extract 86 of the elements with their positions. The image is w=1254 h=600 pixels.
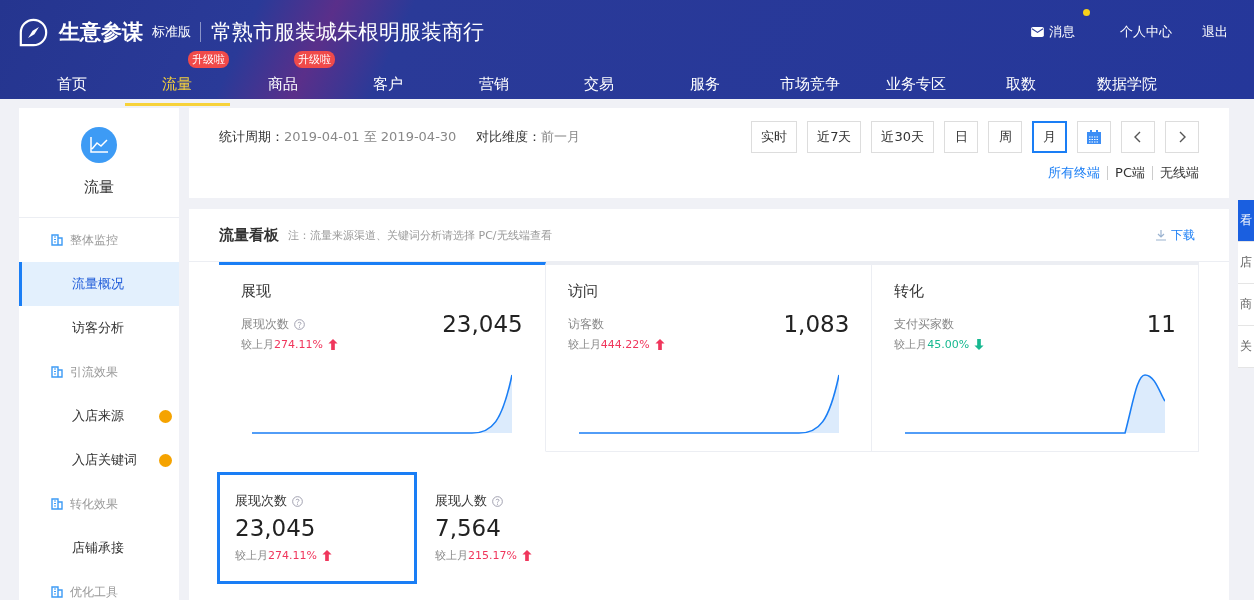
nav-tab[interactable]: 交易 — [546, 70, 652, 106]
sidebar-item[interactable]: 入店关键词 — [19, 438, 179, 482]
range-button[interactable]: 近7天 — [807, 121, 862, 153]
app-name: 生意参谋 — [59, 19, 143, 46]
range-button[interactable]: 月 — [1032, 121, 1067, 153]
nav-tab[interactable]: 取数 — [968, 70, 1074, 106]
sidebar-title: 流量 — [84, 178, 114, 197]
terminal-link[interactable]: PC端 — [1107, 166, 1152, 180]
metric-label: 展现人数 — [435, 492, 487, 510]
side-tab[interactable]: 关 — [1238, 326, 1254, 368]
metric-value: 7,564 — [435, 515, 502, 541]
sidebar-item[interactable]: 流量概况 — [19, 262, 179, 306]
compare-text: 对比维度：前一月 — [476, 128, 581, 146]
sidebar-group-label: 整体监控 — [70, 231, 118, 249]
metric-value: 1,083 — [783, 311, 850, 337]
nav-tab[interactable]: 市场竞争 — [757, 70, 863, 106]
metric-value: 23,045 — [235, 515, 317, 541]
nav-tab[interactable]: 商品 — [230, 70, 336, 106]
edition-label: 标准版 — [152, 22, 201, 42]
download-link[interactable]: 下载 — [1155, 226, 1195, 244]
card-title: 展现 — [241, 282, 272, 301]
chevron-left-icon — [1133, 130, 1143, 144]
change-text: 较上月444.22% — [567, 337, 650, 352]
help-icon[interactable] — [492, 495, 503, 507]
header-link[interactable]: 消息 — [1031, 23, 1075, 41]
metric-label: 访客数 — [567, 315, 604, 333]
terminal-link[interactable]: 无线端 — [1152, 166, 1199, 180]
calendar-icon — [1086, 129, 1102, 145]
nav-tab[interactable]: 首页 — [19, 70, 125, 106]
metric-label: 展现次数 — [241, 315, 289, 333]
range-button[interactable]: 周 — [988, 121, 1022, 153]
sidebar-item[interactable]: 访客分析 — [19, 306, 179, 350]
mail-icon — [1031, 27, 1044, 37]
detail-card[interactable]: 展现次数 23,045 较上月274.11% — [217, 472, 417, 584]
card-title: 转化 — [894, 282, 926, 301]
sidebar-group-label: 引流效果 — [70, 363, 118, 381]
card-title: 访问 — [567, 282, 599, 301]
sidebar-item[interactable]: 入店来源 — [19, 394, 179, 438]
side-tab[interactable]: 看 — [1238, 200, 1254, 242]
compass-logo-icon — [19, 17, 48, 47]
change-text: 较上月274.11% — [241, 337, 323, 352]
nav-tab[interactable]: 客户 — [335, 70, 441, 106]
download-icon — [1155, 229, 1167, 241]
sidebar-group-label: 优化工具 — [70, 583, 118, 600]
header-link[interactable]: 个人中心 — [1120, 23, 1172, 41]
detail-card[interactable]: 展现人数 7,564 较上月215.17% — [417, 472, 617, 584]
board-title: 流量看板 — [219, 225, 279, 245]
chevron-right-icon — [1177, 130, 1187, 144]
metric-card[interactable]: 访问 访客数 1,083 较上月444.22% — [545, 262, 873, 452]
building-icon — [51, 586, 63, 598]
building-icon — [51, 366, 63, 378]
header-link[interactable]: 退出 — [1202, 23, 1228, 41]
metric-label: 支付买家数 — [894, 315, 955, 333]
side-tab[interactable]: 商 — [1238, 284, 1254, 326]
terminal-link[interactable]: 所有终端 — [1041, 166, 1108, 180]
metric-card[interactable]: 展现 展现次数 23,045 较上月274.11% — [219, 262, 546, 452]
metric-value: 11 — [1146, 311, 1176, 337]
change-text: 较上月215.17% — [435, 548, 517, 563]
change-text: 较上月45.00% — [894, 337, 970, 352]
help-icon[interactable] — [294, 318, 305, 330]
line-chart-icon — [81, 127, 117, 163]
previous-button[interactable] — [1121, 121, 1155, 153]
next-button[interactable] — [1165, 121, 1199, 153]
upgrade-badge: 升级啦 — [188, 51, 229, 68]
shop-name: 常熟市服装城朱根明服装商行 — [211, 19, 484, 46]
building-icon — [51, 234, 63, 246]
board-note: 注：流量来源渠道、关键词分析请选择 PC/无线端查看 — [288, 227, 552, 243]
nav-tab[interactable]: 数据学院 — [1074, 70, 1180, 106]
period-text: 统计周期：2019-04-01 至 2019-04-30 — [219, 128, 457, 146]
help-icon[interactable] — [292, 495, 303, 507]
metric-value: 23,045 — [442, 311, 523, 337]
metric-card[interactable]: 转化 支付买家数 11 较上月45.00% — [872, 262, 1199, 452]
nav-tab[interactable]: 服务 — [652, 70, 758, 106]
calendar-button[interactable] — [1077, 121, 1111, 153]
change-text: 较上月274.11% — [235, 548, 317, 563]
sidebar-group-label: 转化效果 — [70, 495, 118, 513]
range-button[interactable]: 日 — [944, 121, 978, 153]
range-button[interactable]: 近30天 — [871, 121, 934, 153]
metric-label: 展现次数 — [235, 492, 287, 510]
nav-tab[interactable]: 业务专区 — [863, 70, 969, 106]
sidebar-item[interactable]: 店铺承接 — [19, 526, 179, 570]
range-button[interactable]: 实时 — [751, 121, 798, 153]
nav-tab[interactable]: 营销 — [441, 70, 547, 106]
side-tab[interactable]: 店 — [1238, 242, 1254, 284]
building-icon — [51, 498, 63, 510]
upgrade-badge: 升级啦 — [293, 51, 335, 68]
